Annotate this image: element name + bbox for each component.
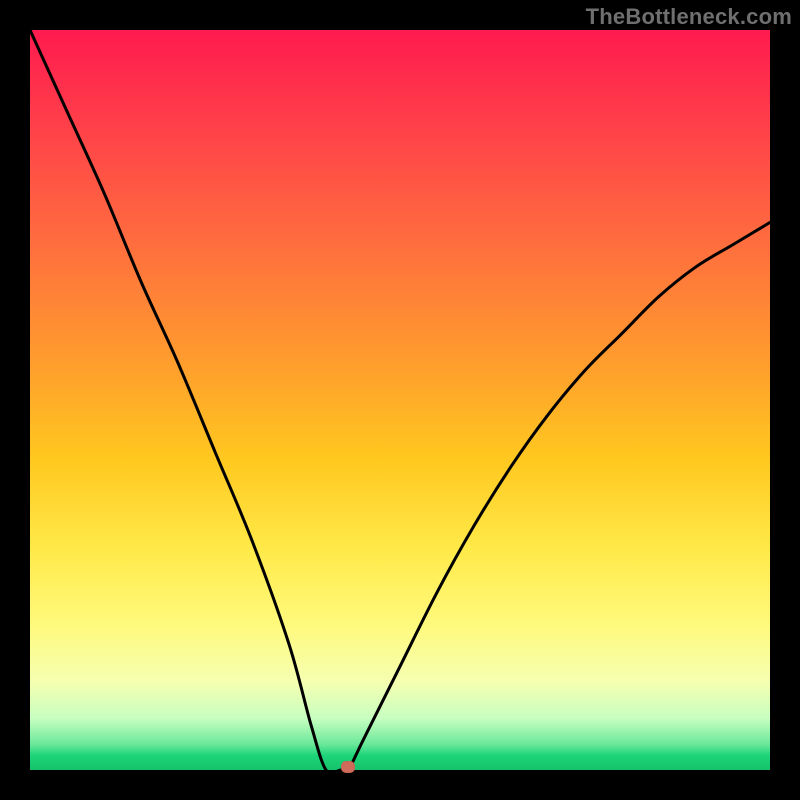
watermark-text: TheBottleneck.com [586, 4, 792, 30]
curve-svg [30, 30, 770, 770]
outer-frame: TheBottleneck.com [0, 0, 800, 800]
optimum-marker [341, 761, 355, 773]
plot-area [30, 30, 770, 770]
bottleneck-curve-path [30, 30, 770, 770]
